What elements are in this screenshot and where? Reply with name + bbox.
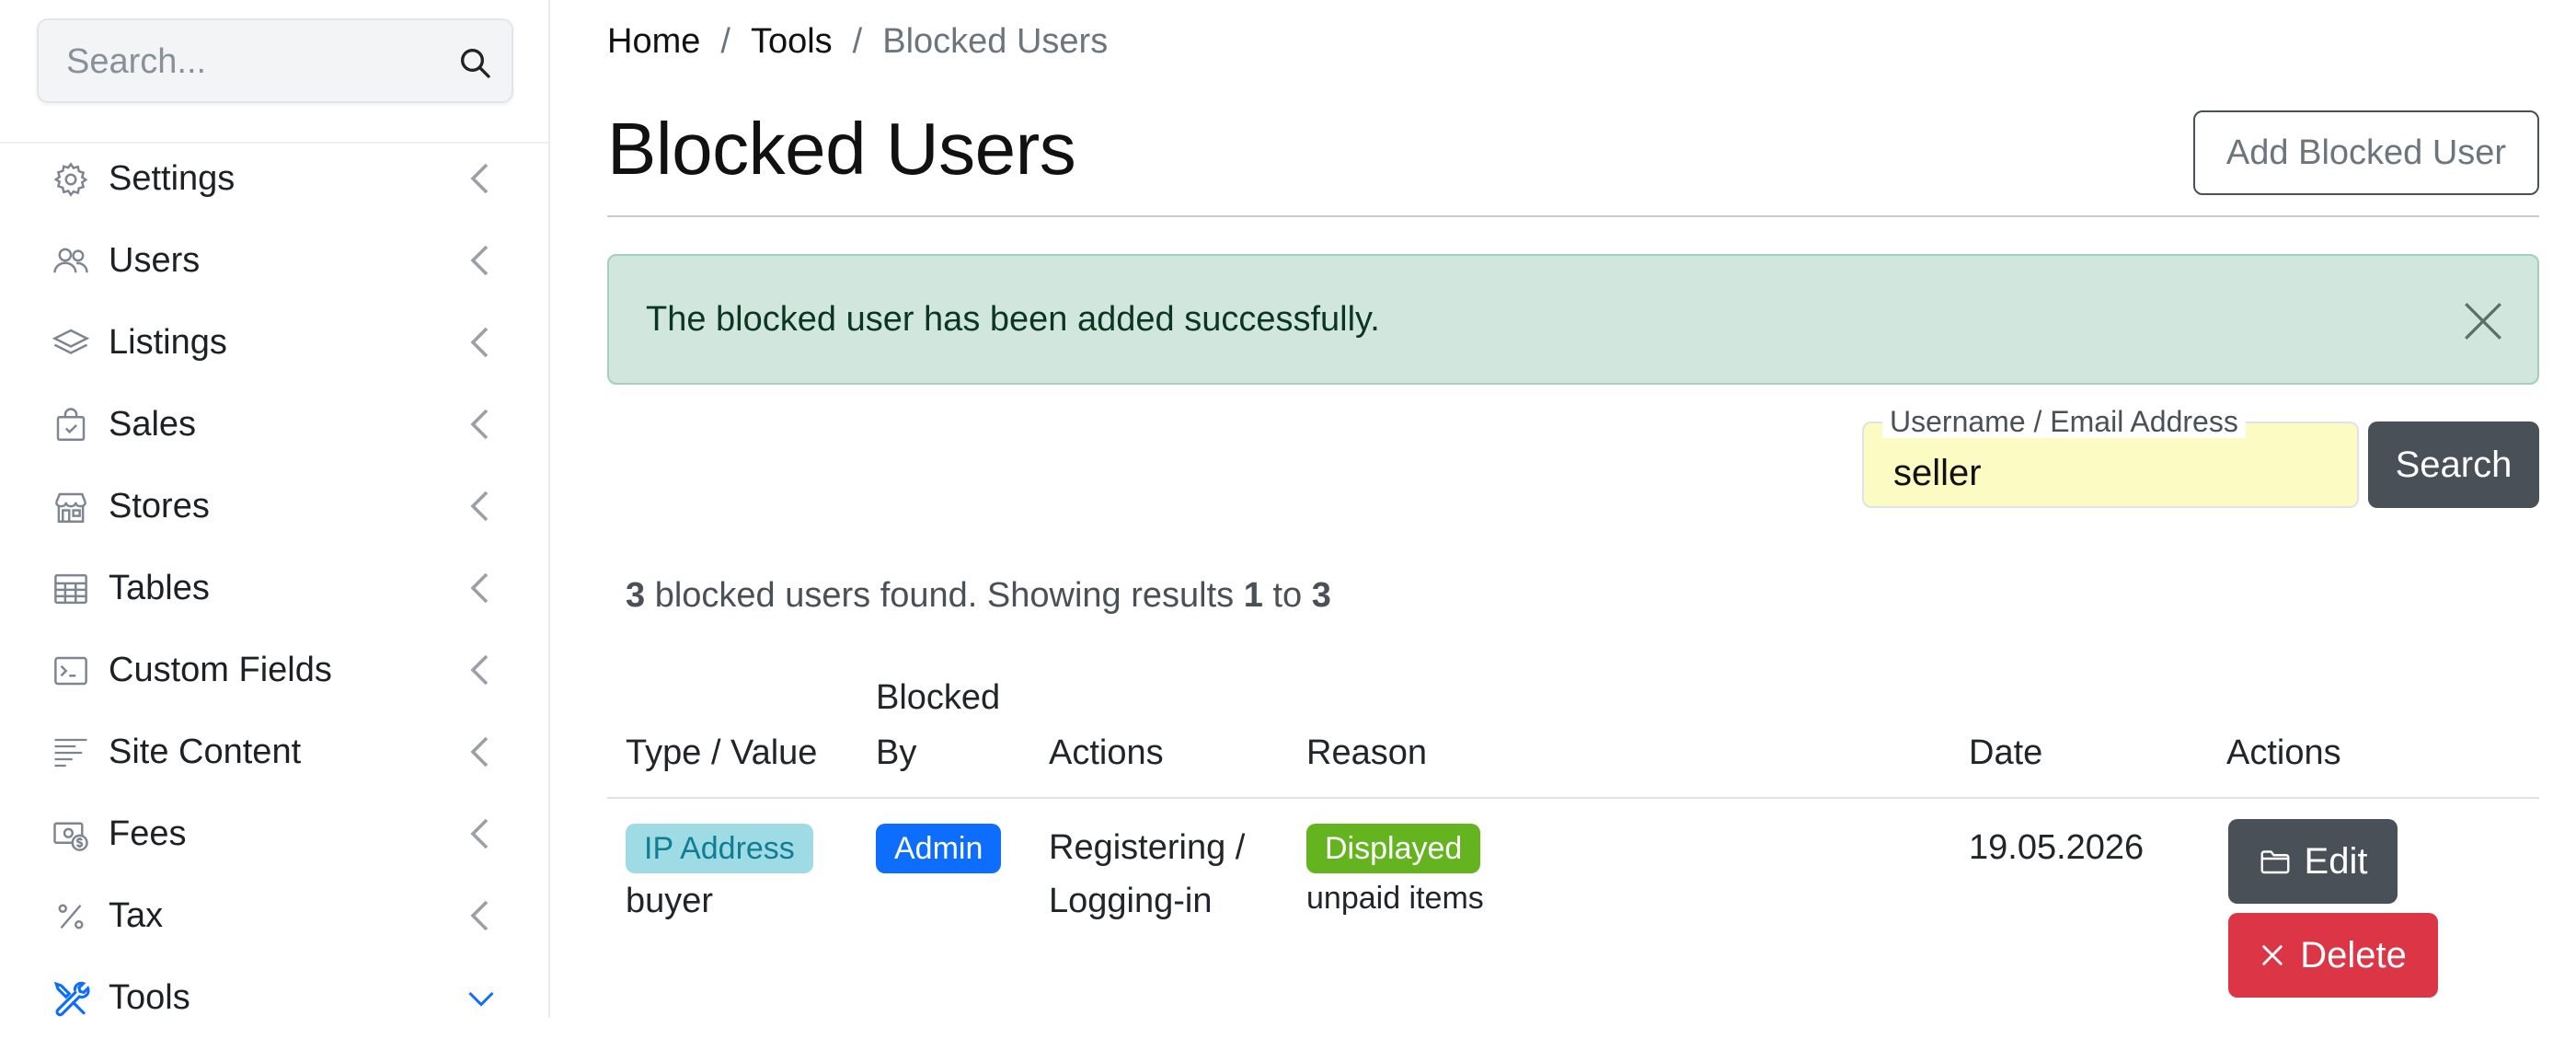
table-cell-blocked-by: Admin	[876, 821, 1002, 874]
gear-icon	[53, 161, 88, 197]
breadcrumb: Home / Tools / Blocked Users	[607, 22, 1108, 62]
results-to: 3	[1311, 576, 1331, 615]
blocked-by-badge: Admin	[876, 824, 1002, 873]
page-title: Blocked Users	[607, 108, 1076, 190]
breadcrumb-current: Blocked Users	[882, 22, 1109, 61]
sidebar-item-label: Custom Fields	[109, 651, 332, 689]
sidebar-item-label: Listings	[109, 323, 227, 362]
delete-button-label: Delete	[2300, 934, 2407, 976]
column-header-type-value: Type / Value	[626, 733, 818, 772]
chevron-left-icon	[470, 245, 489, 276]
terminal-icon	[54, 656, 87, 685]
tools-icon	[53, 981, 90, 1016]
text-lines-icon	[54, 738, 87, 767]
sidebar-item-label: Tools	[109, 978, 190, 1017]
reason-badge: Displayed	[1306, 824, 1481, 873]
column-header-line: By	[876, 733, 917, 772]
x-icon	[2262, 945, 2283, 965]
sidebar-search-input[interactable]	[64, 40, 454, 83]
table-icon	[54, 573, 87, 604]
column-header-reason: Reason	[1306, 733, 1427, 772]
edit-button-label: Edit	[2304, 840, 2368, 882]
username-email-input[interactable]	[1892, 451, 2337, 495]
title-divider	[607, 215, 2539, 217]
results-count: 3	[626, 576, 646, 615]
layers-icon	[52, 329, 90, 354]
column-header-blocked-by: Blocked By	[876, 670, 1000, 780]
chevron-left-icon	[470, 818, 489, 849]
table-cell-type-value: IP Address buyer	[626, 821, 813, 928]
close-icon[interactable]	[2460, 298, 2506, 344]
table-cell-reason: Displayed unpaid items	[1306, 821, 1484, 918]
sidebar-item-tools[interactable]: Tools	[0, 957, 548, 1039]
sidebar-item-label: Tax	[109, 896, 164, 935]
results-from: 1	[1243, 576, 1263, 615]
column-header-line: Blocked	[876, 678, 1001, 717]
type-badge: IP Address	[626, 824, 813, 873]
edit-button[interactable]: Edit	[2228, 819, 2398, 904]
sidebar-item-fees[interactable]: Fees	[0, 793, 548, 875]
chevron-down-icon	[468, 991, 494, 1007]
chevron-left-icon	[470, 736, 489, 768]
sidebar-item-label: Users	[109, 241, 201, 280]
sidebar-item-label: Site Content	[109, 733, 302, 771]
results-to-word: to	[1272, 576, 1303, 615]
chevron-left-icon	[470, 491, 489, 522]
column-header-date: Date	[1969, 733, 2043, 772]
column-header-actions-2: Actions	[2226, 733, 2341, 772]
sidebar-search	[37, 18, 513, 103]
add-blocked-user-button[interactable]: Add Blocked User	[2193, 110, 2539, 195]
breadcrumb-home[interactable]: Home	[607, 22, 700, 62]
chevron-left-icon	[470, 900, 489, 931]
sidebar-item-settings[interactable]: Settings	[0, 138, 548, 220]
alert-message: The blocked user has been added successf…	[646, 300, 1380, 339]
chevron-left-icon	[470, 163, 489, 194]
delete-button[interactable]: Delete	[2228, 913, 2438, 998]
sidebar-item-users[interactable]: Users	[0, 220, 548, 302]
breadcrumb-tools[interactable]: Tools	[751, 22, 833, 62]
sidebar-item-label: Stores	[109, 487, 210, 525]
sidebar-item-tables[interactable]: Tables	[0, 548, 548, 629]
chevron-left-icon	[470, 572, 489, 604]
percent-icon	[58, 904, 84, 929]
chevron-left-icon	[470, 409, 489, 440]
blocked-action-line: Logging-in	[1049, 882, 1213, 920]
column-header-actions: Actions	[1049, 733, 1164, 772]
search-button[interactable]: Search	[2368, 421, 2539, 508]
chevron-left-icon	[470, 327, 489, 358]
breadcrumb-separator: /	[720, 22, 730, 61]
sidebar: Settings Users Listings Sales	[0, 0, 550, 1018]
chevron-left-icon	[470, 654, 489, 686]
sidebar-item-label: Settings	[109, 159, 236, 198]
breadcrumb-separator: /	[852, 22, 863, 61]
sidebar-item-label: Fees	[109, 814, 187, 853]
cash-icon	[53, 822, 88, 851]
sidebar-item-label: Sales	[109, 405, 197, 444]
success-alert: The blocked user has been added successf…	[607, 254, 2539, 385]
sidebar-item-custom-fields[interactable]: Custom Fields	[0, 629, 548, 711]
sidebar-item-label: Tables	[109, 569, 210, 607]
table-cell-actions: Registering / Logging-in	[1049, 821, 1245, 928]
sidebar-item-stores[interactable]: Stores	[0, 466, 548, 548]
results-summary: 3 blocked users found. Showing results 1…	[626, 576, 1331, 616]
username-email-label: Username / Email Address	[1882, 405, 2246, 438]
reason-text: unpaid items	[1306, 881, 1484, 916]
sidebar-nav: Settings Users Listings Sales Stores Tab…	[0, 138, 548, 1039]
sidebar-item-sales[interactable]: Sales	[0, 384, 548, 466]
table-cell-date: 19.05.2026	[1969, 828, 2145, 867]
blocked-value: buyer	[626, 882, 714, 920]
blocked-action-line: Registering /	[1049, 828, 1246, 867]
users-icon	[53, 248, 88, 272]
sidebar-item-site-content[interactable]: Site Content	[0, 711, 548, 793]
shopping-bag-icon	[56, 407, 86, 441]
table-header-divider	[607, 797, 2539, 799]
store-icon	[55, 492, 86, 523]
search-icon[interactable]	[456, 44, 493, 81]
sidebar-item-tax[interactable]: Tax	[0, 875, 548, 957]
folder-icon	[2260, 850, 2289, 874]
results-text: blocked users found. Showing results	[654, 576, 1235, 615]
sidebar-item-listings[interactable]: Listings	[0, 302, 548, 384]
